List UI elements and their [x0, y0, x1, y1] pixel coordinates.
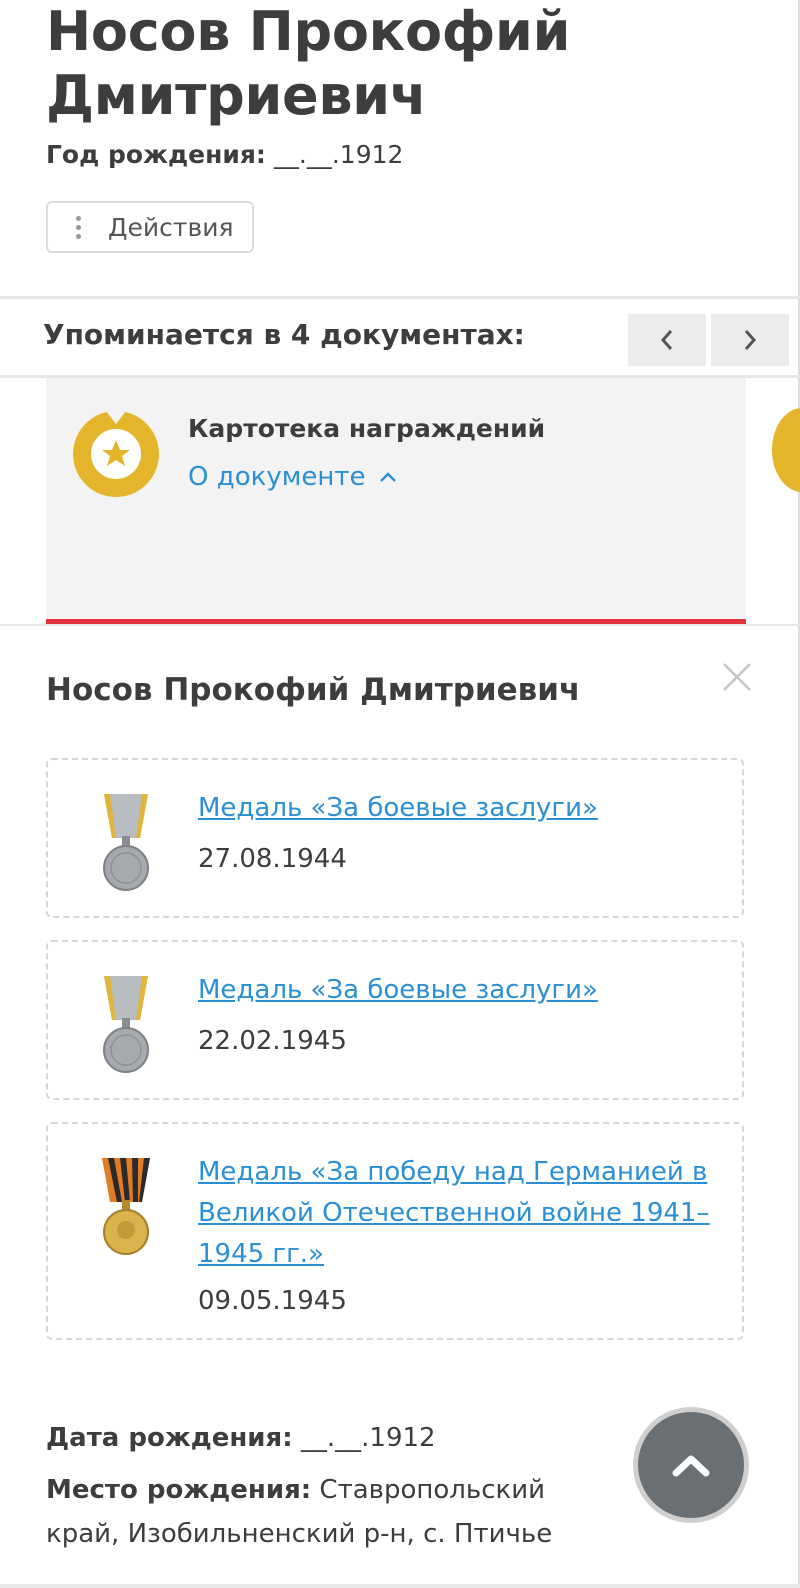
combat-merit-medal-icon — [103, 794, 149, 891]
chevron-left-icon — [660, 330, 673, 350]
combat-merit-medal-icon — [103, 976, 149, 1073]
award-name-link[interactable]: Медаль «За боевые заслуги» — [198, 970, 728, 1011]
document-card-title: Картотека награждений — [188, 414, 546, 443]
divider — [0, 1584, 800, 1588]
birth-place: Место рождения: Ставропольский край, Изо… — [46, 1468, 606, 1556]
next-document-button[interactable] — [711, 314, 789, 366]
award-date: 22.02.1945 — [198, 1026, 347, 1056]
birth-year-value: __.__.1912 — [273, 140, 404, 169]
divider — [0, 296, 800, 299]
medal-star-icon — [73, 411, 159, 497]
award-item: Медаль «За победу над Германией в Велико… — [46, 1122, 744, 1340]
birth-date-value: __.__.1912 — [300, 1423, 436, 1453]
birth-year: Год рождения: __.__.1912 — [46, 140, 403, 169]
next-document-card-peek[interactable] — [772, 408, 800, 492]
close-icon[interactable] — [720, 660, 754, 694]
about-document-label: О документе — [188, 462, 366, 492]
panel-person-name: Носов Прокофий Дмитриевич — [46, 672, 581, 708]
award-name-link[interactable]: Медаль «За победу над Германией в Велико… — [198, 1152, 728, 1275]
chevron-up-icon — [380, 472, 397, 482]
award-date: 09.05.1945 — [198, 1286, 347, 1316]
more-vertical-icon — [48, 215, 108, 239]
person-name: Носов Прокофий Дмитриевич — [46, 0, 571, 127]
documents-title: Упоминается в 4 документах: — [43, 318, 525, 351]
birth-place-label: Место рождения: — [46, 1475, 312, 1505]
prev-document-button[interactable] — [628, 314, 706, 366]
scroll-to-top-button[interactable] — [638, 1412, 744, 1518]
actions-label: Действия — [108, 212, 234, 242]
victory-medal-icon — [102, 1158, 150, 1255]
birth-date: Дата рождения: __.__.1912 — [46, 1416, 606, 1460]
award-item: Медаль «За боевые заслуги» 27.08.1944 — [46, 758, 744, 918]
award-date: 27.08.1944 — [198, 844, 347, 874]
chevron-right-icon — [744, 330, 757, 350]
birth-date-label: Дата рождения: — [46, 1423, 293, 1453]
page: Носов Прокофий Дмитриевич Год рождения: … — [0, 0, 800, 1588]
award-item: Медаль «За боевые заслуги» 22.02.1945 — [46, 940, 744, 1100]
birth-year-label: Год рождения: — [46, 140, 266, 169]
chevron-up-icon — [672, 1455, 710, 1477]
divider — [0, 624, 800, 626]
actions-button[interactable]: Действия — [46, 201, 254, 253]
award-name-link[interactable]: Медаль «За боевые заслуги» — [198, 788, 728, 829]
about-document-link[interactable]: О документе — [188, 462, 397, 492]
